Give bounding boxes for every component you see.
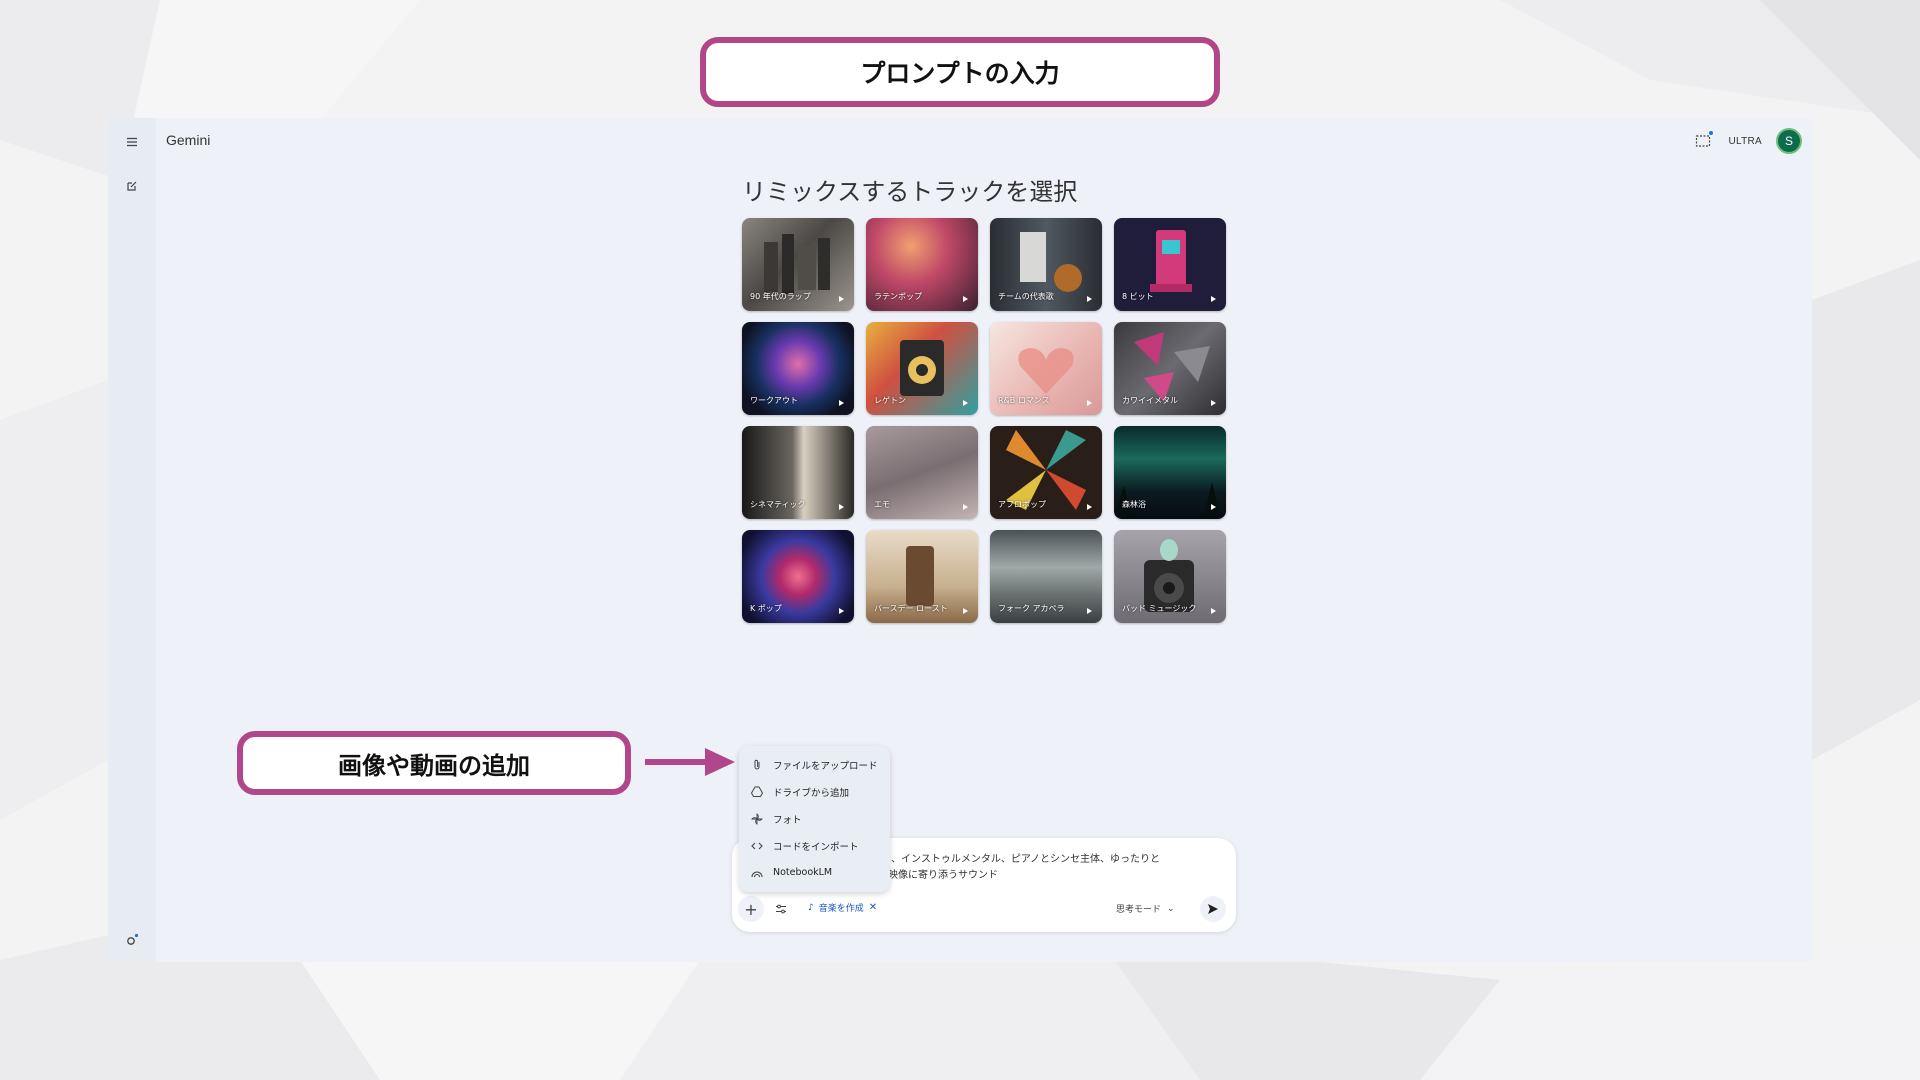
canvas-icon[interactable] xyxy=(1692,130,1714,152)
mode-label: 思考モード xyxy=(1116,905,1162,915)
callout-arrow xyxy=(645,748,735,776)
menu-item-label: ドライブから追加 xyxy=(773,787,850,799)
track-card[interactable]: アフロポップ xyxy=(990,426,1102,519)
chip-label: 音楽を作成 xyxy=(818,904,864,914)
avatar[interactable]: S xyxy=(1776,128,1802,154)
track-card[interactable]: 8 ビット xyxy=(1114,218,1226,311)
track-card[interactable]: レゲトン xyxy=(866,322,978,415)
track-label: 8 ビット xyxy=(1122,292,1154,301)
close-icon[interactable]: ✕ xyxy=(869,902,877,913)
play-icon[interactable] xyxy=(1087,504,1092,510)
menu-item-label: フォト xyxy=(773,814,802,826)
track-label: 90 年代のラップ xyxy=(750,292,811,301)
track-label: シネマティック xyxy=(750,500,806,509)
notebooklm-icon xyxy=(751,867,763,879)
play-icon[interactable] xyxy=(1211,400,1216,406)
menu-item-drive[interactable]: ドライブから追加 xyxy=(739,778,890,805)
play-icon[interactable] xyxy=(839,504,844,510)
track-label: R&B ロマンス xyxy=(998,396,1050,405)
play-icon[interactable] xyxy=(1087,608,1092,614)
play-icon[interactable] xyxy=(963,296,968,302)
play-icon[interactable] xyxy=(839,400,844,406)
track-card[interactable]: フォーク アカペラ xyxy=(990,530,1102,623)
prompt-line: トBGM、インストゥルメンタル、ピアノとシンセ主体、ゆったりと xyxy=(858,854,1160,865)
track-card[interactable]: カワイイメタル xyxy=(1114,322,1226,415)
send-button[interactable] xyxy=(1200,896,1226,922)
music-note-icon: ♪ xyxy=(808,902,814,913)
play-icon[interactable] xyxy=(963,608,968,614)
top-right-controls: ULTRA S xyxy=(1692,128,1802,154)
prompt-line: えめ、映像に寄り添うサウンド xyxy=(858,870,998,881)
prompt-input[interactable]: トBGM、インストゥルメンタル、ピアノとシンセ主体、ゆったりと えめ、映像に寄り… xyxy=(858,852,1218,884)
play-icon[interactable] xyxy=(839,608,844,614)
track-label: エモ xyxy=(874,500,890,509)
add-attachment-button[interactable]: + xyxy=(738,896,764,922)
play-icon[interactable] xyxy=(1087,400,1092,406)
play-icon[interactable] xyxy=(1087,296,1092,302)
mode-selector[interactable]: 思考モード ⌄ xyxy=(1116,902,1175,916)
app-title: Gemini xyxy=(166,132,211,148)
track-label: レゲトン xyxy=(874,396,906,405)
track-card[interactable]: 90 年代のラップ xyxy=(742,218,854,311)
track-card[interactable]: チームの代表歌 xyxy=(990,218,1102,311)
track-card[interactable]: ラテンポップ xyxy=(866,218,978,311)
attachment-menu: ファイルをアップロード ドライブから追加 フォト コードをインポート Noteb… xyxy=(739,746,890,892)
track-label: カワイイメタル xyxy=(1122,396,1178,405)
create-music-chip[interactable]: ♪ 音楽を作成 ✕ xyxy=(808,901,877,914)
settings-icon[interactable] xyxy=(118,926,146,954)
track-label: チームの代表歌 xyxy=(998,292,1054,301)
callout-add-media: 画像や動画の追加 xyxy=(237,731,631,795)
play-icon[interactable] xyxy=(839,296,844,302)
track-card[interactable]: K ポップ xyxy=(742,530,854,623)
code-icon xyxy=(751,840,763,852)
track-label: 森林浴 xyxy=(1122,500,1146,509)
menu-item-label: ファイルをアップロード xyxy=(773,760,878,772)
play-icon[interactable] xyxy=(1211,504,1216,510)
track-card[interactable]: R&B ロマンス xyxy=(990,322,1102,415)
menu-item-label: NotebookLM xyxy=(773,867,833,878)
new-chat-icon[interactable] xyxy=(118,172,146,200)
track-label: ワークアウト xyxy=(750,396,798,405)
track-card[interactable]: シネマティック xyxy=(742,426,854,519)
track-label: バースデー ロースト xyxy=(874,604,948,613)
drive-icon xyxy=(751,786,763,798)
chevron-down-icon: ⌄ xyxy=(1167,903,1175,914)
track-label: バッド ミュージック xyxy=(1122,604,1197,613)
menu-icon[interactable] xyxy=(118,128,146,156)
track-label: アフロポップ xyxy=(998,500,1046,509)
menu-item-label: コードをインポート xyxy=(773,841,859,853)
plan-badge: ULTRA xyxy=(1728,135,1762,147)
menu-item-upload-file[interactable]: ファイルをアップロード xyxy=(739,751,890,778)
track-label: K ポップ xyxy=(750,604,782,613)
page-title: リミックスするトラックを選択 xyxy=(742,178,1078,206)
track-card[interactable]: エモ xyxy=(866,426,978,519)
track-label: ラテンポップ xyxy=(874,292,922,301)
menu-item-photos[interactable]: フォト xyxy=(739,805,890,832)
play-icon[interactable] xyxy=(1211,296,1216,302)
menu-item-import-code[interactable]: コードをインポート xyxy=(739,832,890,859)
track-label: フォーク アカペラ xyxy=(998,604,1065,613)
play-icon[interactable] xyxy=(1211,608,1216,614)
track-card[interactable]: 森林浴 xyxy=(1114,426,1226,519)
tools-icon[interactable] xyxy=(772,900,790,918)
menu-item-notebooklm[interactable]: NotebookLM xyxy=(739,859,890,886)
play-icon[interactable] xyxy=(963,504,968,510)
gemini-window: Gemini ULTRA S リミックスするトラックを選択 90 年代のラップ … xyxy=(108,118,1812,962)
sidebar xyxy=(108,118,156,962)
track-card[interactable]: バッド ミュージック xyxy=(1114,530,1226,623)
track-card[interactable]: バースデー ロースト xyxy=(866,530,978,623)
track-grid: 90 年代のラップ ラテンポップ チームの代表歌 8 ビット ワークアウト レゲ… xyxy=(742,218,1226,623)
paperclip-icon xyxy=(751,759,763,771)
callout-prompt-input: プロンプトの入力 xyxy=(700,37,1220,107)
play-icon[interactable] xyxy=(963,400,968,406)
send-icon xyxy=(1208,904,1218,914)
photos-icon xyxy=(751,812,763,825)
track-card[interactable]: ワークアウト xyxy=(742,322,854,415)
